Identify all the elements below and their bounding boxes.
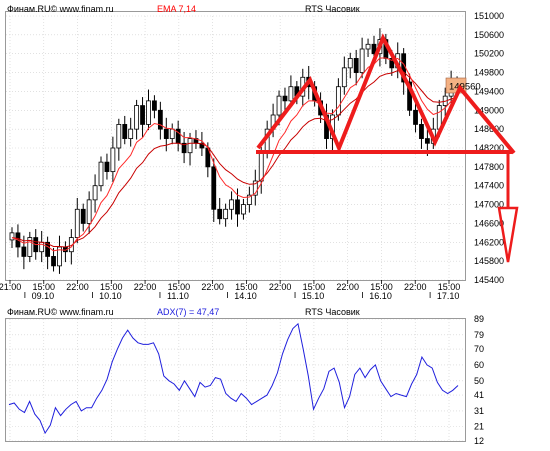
candle-body bbox=[217, 208, 223, 220]
price-y-tick-label: 150200 bbox=[474, 49, 504, 59]
candle-body bbox=[211, 166, 217, 210]
candle-body bbox=[413, 109, 418, 125]
price-x-date-label: 09.10 bbox=[32, 291, 55, 300]
adx-line bbox=[8, 322, 459, 435]
price-y-tick-label: 146600 bbox=[474, 218, 504, 228]
candle-body bbox=[21, 246, 27, 257]
candle-body bbox=[122, 124, 128, 139]
candle-body bbox=[146, 100, 151, 125]
price-x-date-label: 16.10 bbox=[369, 291, 392, 300]
candle-body bbox=[258, 152, 264, 182]
adx-y-tick-label: 79 bbox=[474, 330, 484, 340]
price-x-axis: 21:00 15:00 22:00 15:00 22:00 15:00 22:00 15:00… bbox=[0, 280, 460, 300]
price-x-time-label: 22:00 bbox=[66, 282, 89, 292]
price-x-time-label: 21:00 bbox=[0, 282, 21, 292]
candle-body bbox=[353, 58, 359, 73]
target-arrow-head bbox=[497, 206, 519, 263]
candle-body bbox=[163, 128, 169, 139]
price-y-tick-label: 150600 bbox=[474, 30, 504, 40]
price-instrument-label: RTS Часовик bbox=[305, 4, 360, 14]
candle-body bbox=[229, 199, 234, 210]
adx-instrument-label: RTS Часовик bbox=[305, 307, 360, 317]
price-x-time-label: 22:00 bbox=[134, 282, 157, 292]
candle-body bbox=[80, 208, 86, 224]
adx-indicator-label: ADX(7) = 47,47 bbox=[157, 307, 219, 317]
candle-body bbox=[235, 199, 240, 215]
adx-y-tick-label: 60 bbox=[474, 360, 484, 370]
price-x-date-label: 14.10 bbox=[234, 291, 257, 300]
adx-y-tick-label: 12 bbox=[474, 436, 484, 446]
price-chart-panel: Финам.RU© www.finam.ru EMA 7,14 RTS Часо… bbox=[0, 4, 519, 300]
candle-body bbox=[347, 58, 353, 69]
price-y-tick-label: 145800 bbox=[474, 256, 504, 266]
candle-body bbox=[276, 95, 282, 116]
price-x-date-label: 11.10 bbox=[167, 291, 189, 300]
price-x-time-label: 22:00 bbox=[404, 282, 427, 292]
candle-body bbox=[86, 199, 92, 224]
price-y-tick-label: 147400 bbox=[474, 181, 504, 191]
candle-body bbox=[110, 147, 116, 172]
adx-y-tick-label: 70 bbox=[474, 344, 484, 354]
price-y-tick-label: 145400 bbox=[474, 275, 504, 285]
candle-body bbox=[341, 67, 347, 88]
candle-body bbox=[92, 185, 98, 201]
price-x-date-label: 15.10 bbox=[302, 291, 325, 300]
adx-y-tick-label: 50 bbox=[474, 376, 484, 386]
adx-y-tick-label: 21 bbox=[474, 422, 484, 432]
candle-body bbox=[157, 109, 163, 130]
candle-body bbox=[419, 124, 424, 139]
candle-body bbox=[335, 86, 341, 116]
candle-body bbox=[187, 138, 193, 154]
price-source-label: Финам.RU© www.finam.ru bbox=[7, 4, 114, 14]
candle-body bbox=[98, 161, 104, 187]
price-indicator-label: EMA 7,14 bbox=[157, 4, 196, 14]
price-y-tick-label: 146200 bbox=[474, 237, 504, 247]
candle-body bbox=[39, 241, 45, 253]
candle-body bbox=[223, 208, 229, 220]
candle-body bbox=[169, 128, 175, 139]
adx-source-label: Финам.RU© www.finam.ru bbox=[7, 307, 114, 317]
candle-body bbox=[241, 204, 246, 215]
adx-y-tick-label: 41 bbox=[474, 390, 484, 400]
candle-body bbox=[104, 161, 110, 172]
adx-grid bbox=[6, 318, 465, 442]
candle-body bbox=[359, 48, 365, 73]
candle-body bbox=[134, 105, 140, 130]
candle-body bbox=[9, 232, 15, 241]
candle-body bbox=[424, 138, 430, 144]
candle-body bbox=[288, 86, 294, 102]
adx-y-tick-label: 89 bbox=[474, 314, 484, 324]
candle-body bbox=[140, 105, 145, 125]
price-x-time-label: 22:00 bbox=[269, 282, 292, 292]
price-y-tick-label: 147800 bbox=[474, 162, 504, 172]
adx-y-axis: 89 79 70 60 50 41 31 21 12 bbox=[474, 314, 484, 446]
price-plot-frame bbox=[5, 11, 466, 281]
candle-body bbox=[152, 100, 157, 111]
candle-body bbox=[74, 208, 80, 238]
price-x-date-label: 17.10 bbox=[437, 291, 460, 300]
adx-plot-frame bbox=[5, 318, 466, 442]
price-x-time-label: 22:00 bbox=[336, 282, 359, 292]
candle-body bbox=[116, 124, 122, 149]
adx-y-tick-label: 31 bbox=[474, 406, 484, 416]
price-y-axis: 1510001506001502001498001494001490001486… bbox=[474, 11, 504, 285]
adx-chart-panel: Финам.RU© www.finam.ru ADX(7) = 47,47 RT… bbox=[5, 307, 484, 446]
price-x-time-label: 22:00 bbox=[201, 282, 224, 292]
price-x-date-label: 10.10 bbox=[99, 291, 122, 300]
price-y-tick-label: 151000 bbox=[474, 11, 504, 21]
candle-body bbox=[365, 43, 371, 50]
candle-body bbox=[282, 95, 288, 102]
candle-body bbox=[51, 256, 56, 267]
candle-body bbox=[128, 128, 134, 139]
price-y-tick-label: 149800 bbox=[474, 68, 504, 78]
